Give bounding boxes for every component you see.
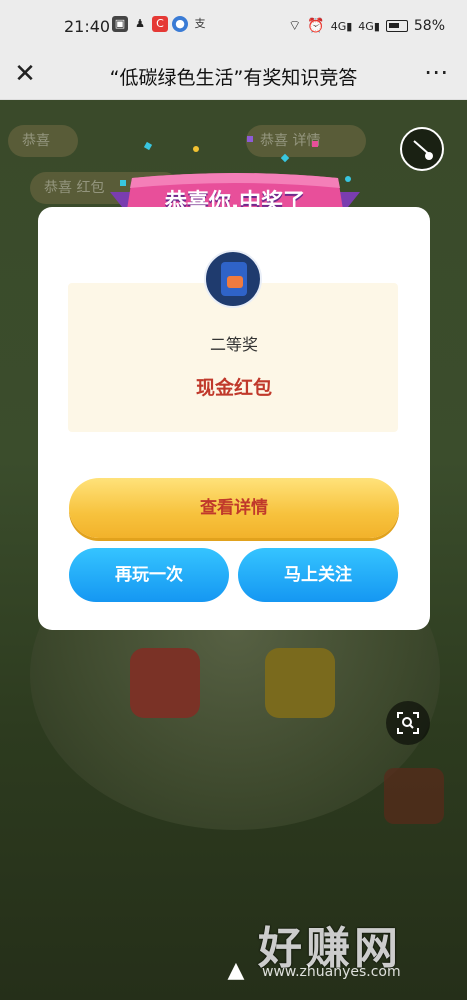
- alipay-icon: 支: [194, 17, 206, 30]
- status-bar: 21:40 ▣ ♟ C ● 支 ⌔ ⏰ 4G▮ 4G▮ 58%: [0, 0, 467, 52]
- signal-4g-icon-2: 4G▮: [358, 19, 380, 33]
- prize-avatar: [204, 250, 262, 308]
- gift-icon: [384, 768, 444, 824]
- signal-4g-icon: 4G▮: [330, 19, 353, 33]
- close-icon[interactable]: ✕: [12, 61, 38, 88]
- nav-bar: ✕ “低碳绿色生活”有奖知识竞答 ⋯: [0, 52, 467, 100]
- view-details-button[interactable]: 查看详情: [69, 478, 399, 538]
- confetti: [312, 141, 318, 147]
- watermark: 好赚网 www.zhuanyes.com: [258, 912, 402, 980]
- status-right: ⌔ ⏰ 4G▮ 4G▮ 58%: [288, 17, 445, 35]
- alarm-icon: ⏰: [307, 18, 325, 34]
- confetti: [120, 180, 126, 186]
- c-app-icon: C: [152, 16, 168, 32]
- music-note-icon: [413, 140, 433, 160]
- watermark-url: www.zhuanyes.com: [262, 964, 401, 980]
- prize-level: 二等奖: [209, 335, 258, 354]
- wheel-prize-tile: [265, 648, 335, 718]
- image-icon: ▣: [112, 16, 128, 32]
- confetti: [247, 136, 253, 142]
- battery-icon: [385, 20, 408, 32]
- status-time: 21:40: [64, 17, 111, 36]
- music-toggle-button[interactable]: [400, 127, 444, 171]
- cast-icon: ⌔: [288, 18, 302, 34]
- battery-percent: 58%: [413, 18, 445, 34]
- follow-button[interactable]: 马上关注: [238, 548, 398, 602]
- chevron-up-icon[interactable]: ▲: [222, 958, 250, 986]
- play-again-button[interactable]: 再玩一次: [69, 548, 229, 602]
- page-title: “低碳绿色生活”有奖知识竞答: [109, 67, 358, 89]
- qq-icon: ♟: [135, 17, 145, 30]
- coin-icon: [227, 276, 243, 288]
- more-icon[interactable]: ⋯: [424, 58, 449, 86]
- globe-icon: ●: [172, 16, 188, 32]
- prize-name: 现金红包: [195, 377, 272, 399]
- scan-search-icon: [397, 712, 419, 734]
- confetti: [345, 176, 351, 182]
- confetti: [193, 146, 199, 152]
- scan-button[interactable]: [386, 701, 430, 745]
- prize-modal: 二等奖 现金红包 查看详情 再玩一次 马上关注: [38, 207, 430, 630]
- bg-tab-1: 恭喜: [8, 125, 78, 157]
- wheel-prize-tile: [130, 648, 200, 718]
- status-left-icons: ▣ ♟ C ● 支: [112, 16, 208, 32]
- bg-tab-2: 恭喜 详情: [246, 125, 366, 157]
